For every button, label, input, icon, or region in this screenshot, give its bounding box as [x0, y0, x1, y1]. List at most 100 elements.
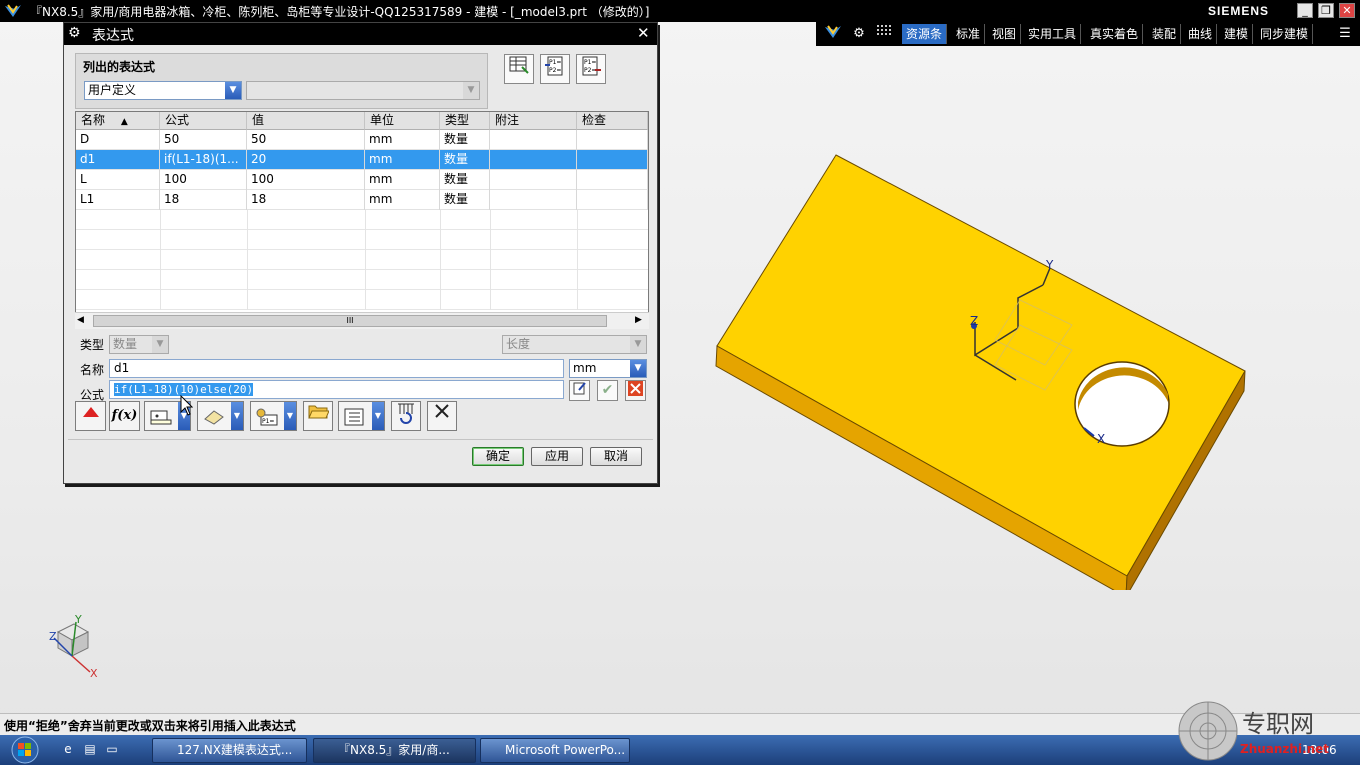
eraser-icon [204, 410, 224, 425]
taskbar-item-folder[interactable]: 127.NX建模表达式... [152, 738, 307, 763]
part-expression-button[interactable]: P1= ▼ [250, 401, 297, 431]
table-row[interactable]: L1 18 18 mm 数量 [76, 190, 648, 210]
nx-logo-icon[interactable] [822, 24, 844, 44]
scroll-thumb[interactable]: III [93, 315, 607, 327]
import-expressions-icon[interactable]: P1= P2= [540, 54, 570, 84]
type-label: 类型 [80, 338, 105, 352]
apply-button[interactable]: 应用 [531, 447, 583, 466]
expressions-table: 名称 ▲ 公式 值 单位 类型 附注 检查 D 50 50 mm 数量 d1 i… [75, 111, 649, 329]
scroll-right-icon[interactable]: ▶ [635, 315, 642, 325]
toolbar-item-curve[interactable]: 曲线 [1184, 24, 1218, 44]
list-icon [344, 408, 364, 426]
cancel-button[interactable]: 取消 [590, 447, 642, 466]
watermark-ball-icon [1178, 701, 1238, 761]
watermark-text: 专职网 [1242, 710, 1314, 738]
mouse-cursor-icon [180, 395, 193, 416]
toolbar-item-standard[interactable]: 标准 [952, 24, 986, 44]
windows-taskbar: e ▤ ▭ 127.NX建模表达式... 『NX8.5』家用/商... Micr… [0, 735, 1360, 765]
chevron-down-icon: ▼ [152, 336, 168, 353]
menu-icon[interactable]: ☰ [1334, 24, 1356, 44]
restore-button[interactable]: ❐ [1318, 3, 1334, 18]
column-header-name[interactable]: 名称 ▲ [76, 112, 160, 130]
name-input[interactable]: d1 [109, 359, 564, 378]
column-header-formula[interactable]: 公式 [160, 112, 247, 130]
table-row[interactable]: D 50 50 mm 数量 [76, 130, 648, 150]
toolbar-item-resource[interactable]: 资源条 [902, 24, 948, 44]
expression-filter-select[interactable]: 用户定义 ▼ [84, 81, 242, 100]
axis-label-x: X [1097, 432, 1106, 446]
ok-button[interactable]: 确定 [472, 447, 524, 466]
type-select: 数量 ▼ [109, 335, 169, 354]
folder-icon[interactable]: ▤ [82, 741, 98, 757]
listed-expressions-label: 列出的表达式 [83, 60, 156, 74]
list-options-button[interactable]: ▼ [338, 401, 385, 431]
triad-y-label: Y [75, 613, 82, 626]
toolbar-item-assembly[interactable]: 装配 [1148, 24, 1182, 44]
accept-edit-icon[interactable]: ✔ [597, 380, 618, 401]
triad-x-label: X [90, 667, 98, 680]
nx-logo-icon [4, 3, 22, 19]
toolbar-item-sync-modeling[interactable]: 同步建模 [1256, 24, 1314, 44]
ruler-icon [150, 410, 172, 425]
grid-icon[interactable] [874, 24, 896, 44]
toolbar-item-utilities[interactable]: 实用工具 [1024, 24, 1082, 44]
model-viewport[interactable] [700, 140, 1260, 590]
table-row[interactable]: L 100 100 mm 数量 [76, 170, 648, 190]
chevron-down-icon[interactable]: ▼ [284, 402, 296, 430]
svg-text:P2=: P2= [549, 67, 561, 74]
edit-formula-icon[interactable] [569, 380, 590, 401]
dialog-titlebar: ⚙ 表达式 ✕ [64, 23, 657, 45]
chevron-down-icon[interactable]: ▼ [225, 82, 241, 99]
column-header-type[interactable]: 类型 [440, 112, 490, 130]
minimize-button[interactable]: _ [1297, 3, 1313, 18]
delete-expression-icon[interactable] [427, 401, 457, 431]
spreadsheet-edit-icon[interactable] [504, 54, 534, 84]
start-button[interactable] [4, 735, 46, 765]
inquiry-button[interactable]: ▼ [197, 401, 244, 431]
toolbar-item-true-shading[interactable]: 真实着色 [1086, 24, 1144, 44]
reject-edit-icon[interactable] [625, 380, 646, 401]
function-icon[interactable]: f(x) [109, 401, 140, 431]
status-message: 使用“拒绝”舍弃当前更改或双击来将引用插入此表达式 [4, 719, 296, 733]
open-folder-icon[interactable] [303, 401, 333, 431]
taskbar-item-nx[interactable]: 『NX8.5』家用/商... [313, 738, 476, 763]
formula-input[interactable]: if(L1-18)(10)else(20) [109, 380, 564, 399]
chevron-down-icon[interactable]: ▼ [372, 402, 384, 430]
dialog-title: 表达式 [92, 28, 134, 44]
empty-row [76, 210, 648, 230]
chevron-down-icon[interactable]: ▼ [630, 360, 646, 377]
expressions-dialog: ⚙ 表达式 ✕ 列出的表达式 用户定义 ▼ ▼ P1= P2= P1= P2= 名称… [63, 22, 658, 484]
column-header-check[interactable]: 检查 [577, 112, 648, 130]
chevron-down-icon: ▼ [630, 336, 646, 353]
gear-icon[interactable]: ⚙ [68, 25, 81, 41]
gear-icon[interactable]: ⚙ [848, 24, 870, 44]
column-header-value[interactable]: 值 [247, 112, 365, 130]
sort-ascending-icon: ▲ [120, 117, 128, 127]
dialog-close-button[interactable]: ✕ [637, 24, 650, 42]
table-row-selected[interactable]: d1 if(L1-18)(1... 20 mm 数量 [76, 150, 648, 170]
export-expressions-icon[interactable]: P1= P2= [576, 54, 606, 84]
column-header-note[interactable]: 附注 [490, 112, 577, 130]
refresh-values-icon[interactable] [391, 401, 421, 431]
svg-text:P1=: P1= [262, 418, 274, 425]
svg-text:P1=: P1= [549, 59, 561, 66]
dimension-select: 长度 ▼ [502, 335, 647, 354]
close-window-button[interactable]: ✕ [1339, 3, 1355, 18]
ie-icon[interactable]: e [60, 741, 76, 757]
axis-label-y: Y [1046, 258, 1054, 272]
toolbar-item-modeling[interactable]: 建模 [1220, 24, 1254, 44]
toolbar-item-view[interactable]: 视图 [988, 24, 1022, 44]
chevron-down-icon: ▼ [463, 82, 479, 99]
chevron-down-icon[interactable]: ▼ [231, 402, 243, 430]
column-header-unit[interactable]: 单位 [365, 112, 440, 130]
axis-label-z: Z [970, 314, 979, 328]
table-horizontal-scrollbar[interactable]: ◀ III ▶ [75, 312, 649, 329]
empty-row [76, 250, 648, 270]
listed-expressions-group: 列出的表达式 用户定义 ▼ ▼ [75, 53, 488, 109]
scroll-left-icon[interactable]: ◀ [77, 315, 84, 325]
collapse-up-icon[interactable] [75, 401, 106, 431]
desktop-icon[interactable]: ▭ [104, 741, 120, 757]
window-title: 『NX8.5』家用/商用电器冰箱、冷柜、陈列柜、岛柜等专业设计-QQ125317… [30, 5, 650, 19]
taskbar-item-powerpoint[interactable]: Microsoft PowerPo... [480, 738, 630, 763]
unit-select[interactable]: mm ▼ [569, 359, 647, 378]
